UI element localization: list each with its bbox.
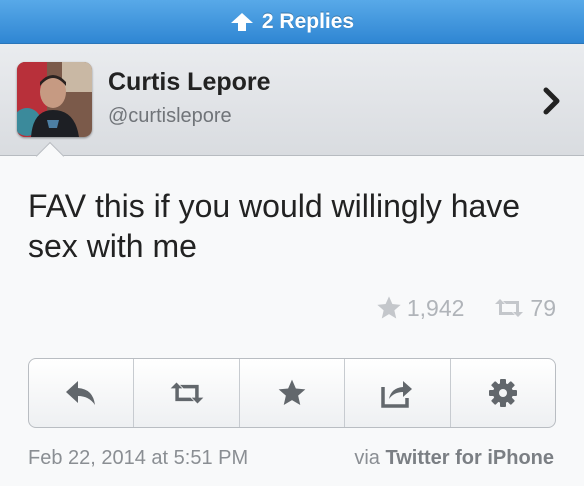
share-button[interactable] bbox=[345, 359, 451, 427]
replies-bar[interactable]: 2 Replies bbox=[0, 0, 584, 44]
replies-label: 2 Replies bbox=[261, 9, 355, 33]
favorite-button[interactable] bbox=[240, 359, 346, 427]
retweets-stat[interactable]: 79 bbox=[492, 295, 556, 322]
reply-button[interactable] bbox=[29, 359, 135, 427]
tweet-stats: 1,942 79 bbox=[375, 294, 556, 322]
tweet-text: FAV this if you would willingly have sex… bbox=[28, 188, 521, 264]
tweet-timestamp: Feb 22, 2014 at 5:51 PM bbox=[28, 447, 249, 469]
tweet-source: via Twitter for iPhone bbox=[354, 447, 554, 470]
chevron-right-icon[interactable] bbox=[542, 86, 562, 121]
share-icon bbox=[381, 381, 413, 408]
retweet-button[interactable] bbox=[134, 359, 240, 427]
action-bar bbox=[28, 358, 556, 428]
retweets-count: 79 bbox=[530, 294, 556, 321]
avatar[interactable] bbox=[17, 62, 92, 137]
client-name[interactable]: Twitter for iPhone bbox=[385, 447, 554, 469]
display-name[interactable]: Curtis Lepore bbox=[108, 68, 271, 97]
retweet-icon bbox=[495, 299, 524, 317]
user-header[interactable]: Curtis Lepore @curtislepore bbox=[0, 44, 584, 156]
favorites-count: 1,942 bbox=[406, 294, 465, 321]
retweet-icon bbox=[170, 382, 203, 404]
favorites-stat[interactable]: 1,942 bbox=[375, 294, 465, 322]
username-handle: @curtislepore bbox=[108, 105, 232, 127]
settings-button[interactable] bbox=[451, 359, 555, 427]
gear-icon bbox=[488, 379, 517, 407]
reply-icon bbox=[66, 381, 96, 405]
star-icon bbox=[278, 379, 306, 405]
arrow-up-icon bbox=[230, 12, 253, 31]
via-prefix: via bbox=[354, 447, 380, 469]
star-icon bbox=[377, 296, 401, 319]
